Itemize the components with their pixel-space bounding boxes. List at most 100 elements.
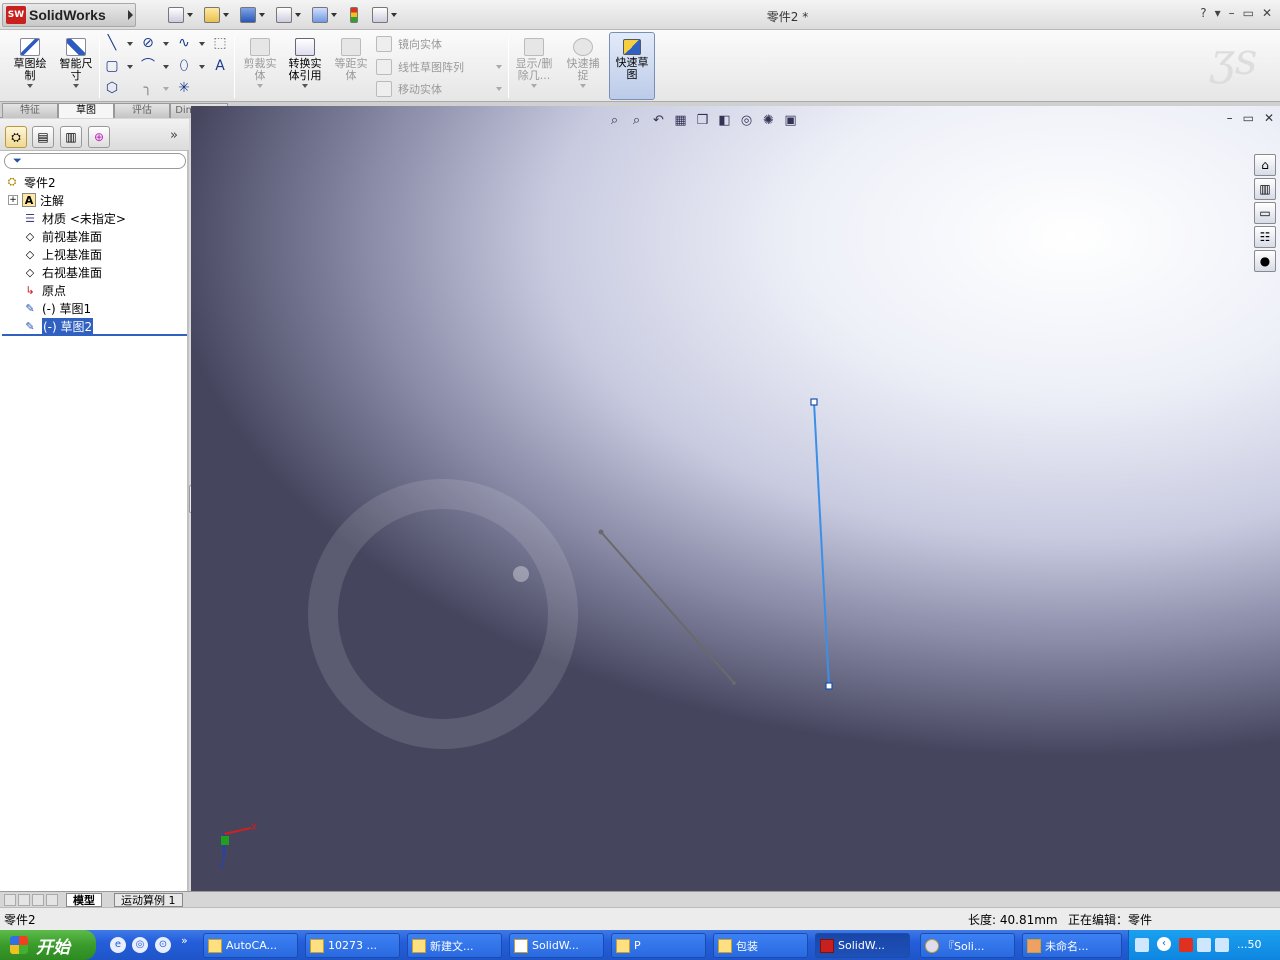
keyboard-icon[interactable]	[1135, 938, 1149, 952]
taskbar-item[interactable]: AutoCA...	[203, 933, 298, 958]
view-orientation-icon[interactable]: ❒	[694, 112, 711, 129]
expand-toggle-icon[interactable]: +	[8, 195, 18, 205]
tree-item-origin[interactable]: ↳ 原点	[22, 281, 66, 299]
quicklaunch-more-icon[interactable]: »	[181, 934, 188, 947]
taskbar-item-active[interactable]: SolidW...	[815, 933, 910, 958]
taskbar-item[interactable]: P	[611, 933, 706, 958]
zoom-to-area-icon[interactable]: ⌕	[628, 112, 645, 129]
open-button[interactable]	[204, 5, 229, 25]
tray-app-icon[interactable]	[1179, 938, 1193, 952]
sketch-button[interactable]: 草图绘 制	[8, 38, 52, 96]
chevron-down-icon[interactable]	[127, 65, 133, 69]
point-icon[interactable]: ✳	[176, 80, 192, 96]
chevron-down-icon[interactable]	[163, 87, 169, 91]
file-explorer-icon[interactable]: ▭	[1254, 202, 1276, 224]
trim-entities-button[interactable]: 剪裁实 体	[238, 38, 282, 96]
chevron-down-icon[interactable]	[199, 65, 205, 69]
arc-icon[interactable]: ⌒	[140, 58, 156, 74]
appearances-icon[interactable]: ●	[1254, 250, 1276, 272]
chevron-down-icon[interactable]	[496, 87, 502, 91]
display-style-icon[interactable]: ◧	[716, 112, 733, 129]
line-endpoint-handle[interactable]	[810, 398, 818, 406]
convert-entities-button[interactable]: 转换实 体引用	[283, 38, 327, 96]
offset-entities-button[interactable]: 等距实 体	[329, 38, 373, 96]
tree-item-sketch1[interactable]: ✎ (-) 草图1	[22, 299, 91, 317]
quicklaunch-icon[interactable]: ⊙	[155, 937, 171, 953]
next-tab-arrow-icon[interactable]	[32, 894, 44, 906]
featuremanager-tab-icon[interactable]: ⛭	[5, 126, 27, 148]
new-document-button[interactable]	[168, 5, 193, 25]
help-dropdown-icon[interactable]: ▾	[1215, 6, 1221, 20]
move-entities-button[interactable]: 移动实体	[376, 80, 442, 98]
minimize-button[interactable]: –	[1229, 6, 1235, 20]
close-button[interactable]: ✕	[1262, 6, 1272, 20]
taskbar-item[interactable]: 新建文...	[407, 933, 502, 958]
view-settings-icon[interactable]: ▣	[782, 112, 799, 129]
sketch-line-selected[interactable]	[813, 401, 830, 687]
dimxpertmanager-tab-icon[interactable]: ⊕	[88, 126, 110, 148]
mirror-entities-button[interactable]: 镜向实体	[376, 35, 442, 53]
network-icon[interactable]	[1197, 938, 1211, 952]
taskbar-item[interactable]: 『Soli...	[920, 933, 1015, 958]
circle-icon[interactable]: ⊘	[140, 35, 156, 51]
sketch-line-gray[interactable]	[600, 531, 735, 684]
rapid-sketch-button[interactable]: 快速草 图	[609, 32, 655, 100]
graphics-viewport[interactable]: X Z ⌕ ⌕ ↶ ▦ ❒ ◧ ◎ ✺ ▣ – ▭ ✕ ⌂ ▥ ▭ ☷ ●	[191, 106, 1280, 891]
taskbar-item[interactable]: 包装	[713, 933, 808, 958]
ellipse-icon[interactable]: ⬯	[176, 58, 192, 74]
tree-item-top-plane[interactable]: ◇ 上视基准面	[22, 245, 102, 263]
tab-model[interactable]: 模型	[66, 893, 102, 907]
expand-panel-icon[interactable]: »	[170, 128, 178, 143]
rebuild-button[interactable]	[350, 5, 358, 25]
save-button[interactable]	[240, 5, 265, 25]
line-endpoint-handle[interactable]	[825, 682, 833, 690]
polygon-icon[interactable]: ⬡	[104, 80, 120, 96]
quick-snaps-button[interactable]: 快速捕 捉	[561, 38, 605, 96]
line-endpoint[interactable]	[732, 681, 736, 685]
hide-show-items-icon[interactable]: ◎	[738, 112, 755, 129]
help-button[interactable]: ?	[1200, 6, 1206, 20]
undo-button[interactable]	[312, 5, 337, 25]
volume-icon[interactable]	[1215, 938, 1229, 952]
section-view-icon[interactable]: ▦	[672, 112, 689, 129]
rectangle-icon[interactable]: ▢	[104, 58, 120, 74]
chevron-down-icon[interactable]	[163, 65, 169, 69]
taskbar-item[interactable]: 10273 ...	[305, 933, 400, 958]
propertymanager-tab-icon[interactable]: ▤	[32, 126, 54, 148]
solidworks-resources-icon[interactable]: ⌂	[1254, 154, 1276, 176]
line-endpoint[interactable]	[598, 529, 604, 535]
fillet-icon[interactable]: ╮	[140, 80, 156, 96]
display-delete-relations-button[interactable]: 显示/删 除几...	[512, 38, 556, 96]
print-button[interactable]	[276, 5, 301, 25]
tab-evaluate[interactable]: 评估	[114, 103, 170, 118]
view-palette-icon[interactable]: ☷	[1254, 226, 1276, 248]
tab-motion-study[interactable]: 运动算例 1	[114, 893, 183, 907]
options-button[interactable]	[372, 5, 397, 25]
chevron-down-icon[interactable]	[163, 42, 169, 46]
restore-button[interactable]: ▭	[1243, 6, 1254, 20]
tray-expand-icon[interactable]: ‹	[1157, 937, 1171, 951]
tree-item-front-plane[interactable]: ◇ 前视基准面	[22, 227, 102, 245]
text-icon[interactable]: A	[212, 58, 228, 74]
previous-view-icon[interactable]: ↶	[650, 112, 667, 129]
tree-item-annotations[interactable]: + A 注解	[8, 191, 64, 209]
linear-pattern-button[interactable]: 线性草图阵列	[376, 58, 464, 76]
design-library-icon[interactable]: ▥	[1254, 178, 1276, 200]
smart-dimension-button[interactable]: 智能尺 寸	[54, 38, 98, 96]
tree-root-part[interactable]: ⛭ 零件2	[4, 173, 56, 191]
doc-restore-button[interactable]: ▭	[1243, 111, 1254, 125]
chevron-down-icon[interactable]	[496, 65, 502, 69]
ie-quicklaunch-icon[interactable]: e	[110, 937, 126, 953]
grid-snap-icon[interactable]: ⬚	[212, 35, 228, 51]
tree-filter-input[interactable]: ⏷	[4, 153, 186, 169]
line-icon[interactable]: ╲	[104, 35, 120, 51]
taskbar-item[interactable]: SolidW...	[509, 933, 604, 958]
quicklaunch-icon[interactable]: ◎	[132, 937, 148, 953]
configurationmanager-tab-icon[interactable]: ▥	[60, 126, 82, 148]
tree-item-right-plane[interactable]: ◇ 右视基准面	[22, 263, 102, 281]
prev-tab-arrow-icon[interactable]	[18, 894, 30, 906]
edit-appearance-icon[interactable]: ✺	[760, 112, 777, 129]
last-tab-arrow-icon[interactable]	[46, 894, 58, 906]
start-button[interactable]: 开始	[0, 930, 96, 960]
tree-item-sketch2[interactable]: ✎ (-) 草图2	[22, 317, 94, 335]
